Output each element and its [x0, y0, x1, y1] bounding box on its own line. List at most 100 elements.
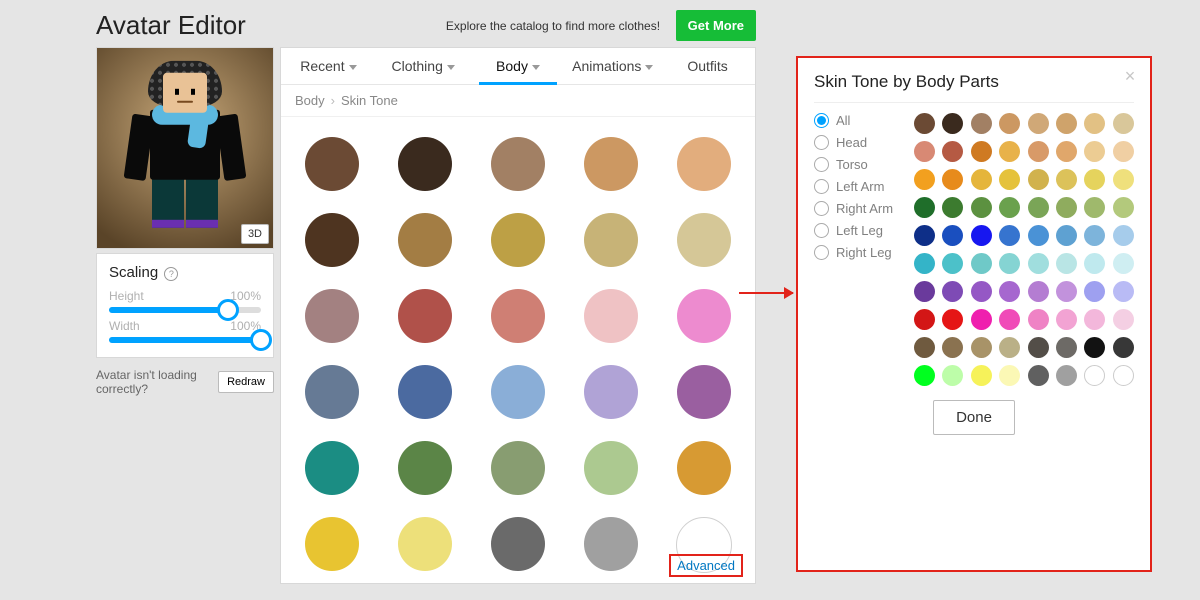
skin-swatch[interactable]: [584, 213, 638, 267]
mini-swatch[interactable]: [1028, 309, 1049, 330]
mini-swatch[interactable]: [999, 253, 1020, 274]
skin-swatch[interactable]: [398, 213, 452, 267]
mini-swatch[interactable]: [999, 169, 1020, 190]
skin-swatch[interactable]: [491, 441, 545, 495]
body-part-radio[interactable]: Right Leg: [814, 245, 900, 260]
tab-body[interactable]: Body: [471, 48, 566, 84]
mini-swatch[interactable]: [1028, 337, 1049, 358]
mini-swatch[interactable]: [1056, 197, 1077, 218]
body-part-radio[interactable]: Right Arm: [814, 201, 900, 216]
mini-swatch[interactable]: [1056, 253, 1077, 274]
mini-swatch[interactable]: [1056, 337, 1077, 358]
mini-swatch[interactable]: [1028, 225, 1049, 246]
mini-swatch[interactable]: [942, 141, 963, 162]
mini-swatch[interactable]: [1028, 281, 1049, 302]
mini-swatch[interactable]: [971, 169, 992, 190]
mini-swatch[interactable]: [1084, 253, 1105, 274]
mini-swatch[interactable]: [914, 281, 935, 302]
mini-swatch[interactable]: [914, 337, 935, 358]
mini-swatch[interactable]: [999, 225, 1020, 246]
mini-swatch[interactable]: [1113, 225, 1134, 246]
skin-swatch[interactable]: [398, 289, 452, 343]
body-part-radio[interactable]: Left Leg: [814, 223, 900, 238]
skin-swatch[interactable]: [398, 441, 452, 495]
skin-swatch[interactable]: [584, 137, 638, 191]
mini-swatch[interactable]: [971, 309, 992, 330]
tab-recent[interactable]: Recent: [281, 48, 376, 84]
mini-swatch[interactable]: [1084, 141, 1105, 162]
body-part-radio[interactable]: Left Arm: [814, 179, 900, 194]
skin-swatch[interactable]: [491, 517, 545, 571]
tab-clothing[interactable]: Clothing: [376, 48, 471, 84]
mini-swatch[interactable]: [1056, 141, 1077, 162]
mini-swatch[interactable]: [1084, 281, 1105, 302]
skin-swatch[interactable]: [584, 517, 638, 571]
mini-swatch[interactable]: [1028, 365, 1049, 386]
skin-swatch[interactable]: [677, 137, 731, 191]
mini-swatch[interactable]: [942, 309, 963, 330]
mini-swatch[interactable]: [1084, 365, 1105, 386]
mini-swatch[interactable]: [914, 225, 935, 246]
skin-swatch[interactable]: [677, 213, 731, 267]
redraw-button[interactable]: Redraw: [218, 371, 274, 393]
mini-swatch[interactable]: [1056, 365, 1077, 386]
mini-swatch[interactable]: [1084, 113, 1105, 134]
mini-swatch[interactable]: [999, 281, 1020, 302]
mini-swatch[interactable]: [914, 113, 935, 134]
mini-swatch[interactable]: [971, 141, 992, 162]
mini-swatch[interactable]: [971, 281, 992, 302]
mini-swatch[interactable]: [914, 141, 935, 162]
mini-swatch[interactable]: [1056, 169, 1077, 190]
mini-swatch[interactable]: [1113, 281, 1134, 302]
mini-swatch[interactable]: [999, 113, 1020, 134]
skin-swatch[interactable]: [491, 137, 545, 191]
skin-swatch[interactable]: [305, 365, 359, 419]
mini-swatch[interactable]: [942, 281, 963, 302]
mini-swatch[interactable]: [914, 365, 935, 386]
skin-swatch[interactable]: [677, 365, 731, 419]
skin-swatch[interactable]: [398, 365, 452, 419]
skin-swatch[interactable]: [491, 365, 545, 419]
mini-swatch[interactable]: [999, 309, 1020, 330]
skin-swatch[interactable]: [584, 289, 638, 343]
mini-swatch[interactable]: [999, 141, 1020, 162]
close-icon[interactable]: ×: [1120, 66, 1140, 86]
mini-swatch[interactable]: [971, 365, 992, 386]
mini-swatch[interactable]: [1084, 197, 1105, 218]
width-slider[interactable]: [109, 337, 261, 343]
skin-swatch[interactable]: [584, 365, 638, 419]
mini-swatch[interactable]: [971, 253, 992, 274]
mini-swatch[interactable]: [1113, 141, 1134, 162]
skin-swatch[interactable]: [305, 213, 359, 267]
mini-swatch[interactable]: [942, 337, 963, 358]
tab-animations[interactable]: Animations: [565, 48, 660, 84]
mini-swatch[interactable]: [1113, 337, 1134, 358]
mini-swatch[interactable]: [1113, 197, 1134, 218]
mini-swatch[interactable]: [1028, 169, 1049, 190]
body-part-radio[interactable]: Head: [814, 135, 900, 150]
mini-swatch[interactable]: [1113, 253, 1134, 274]
mini-swatch[interactable]: [914, 169, 935, 190]
mini-swatch[interactable]: [914, 309, 935, 330]
mini-swatch[interactable]: [914, 197, 935, 218]
body-part-radio[interactable]: All: [814, 113, 900, 128]
skin-swatch[interactable]: [305, 137, 359, 191]
help-icon[interactable]: ?: [164, 267, 178, 281]
tab-outfits[interactable]: Outfits: [660, 48, 755, 84]
done-button[interactable]: Done: [933, 400, 1015, 435]
advanced-link[interactable]: Advanced: [669, 554, 743, 577]
mini-swatch[interactable]: [999, 197, 1020, 218]
mini-swatch[interactable]: [999, 337, 1020, 358]
skin-swatch[interactable]: [305, 441, 359, 495]
mini-swatch[interactable]: [1056, 225, 1077, 246]
mini-swatch[interactable]: [1056, 281, 1077, 302]
mini-swatch[interactable]: [942, 365, 963, 386]
mini-swatch[interactable]: [1084, 337, 1105, 358]
mini-swatch[interactable]: [942, 253, 963, 274]
mini-swatch[interactable]: [1084, 309, 1105, 330]
mini-swatch[interactable]: [1028, 197, 1049, 218]
body-part-radio[interactable]: Torso: [814, 157, 900, 172]
mini-swatch[interactable]: [1084, 225, 1105, 246]
height-slider[interactable]: [109, 307, 261, 313]
mini-swatch[interactable]: [1028, 253, 1049, 274]
